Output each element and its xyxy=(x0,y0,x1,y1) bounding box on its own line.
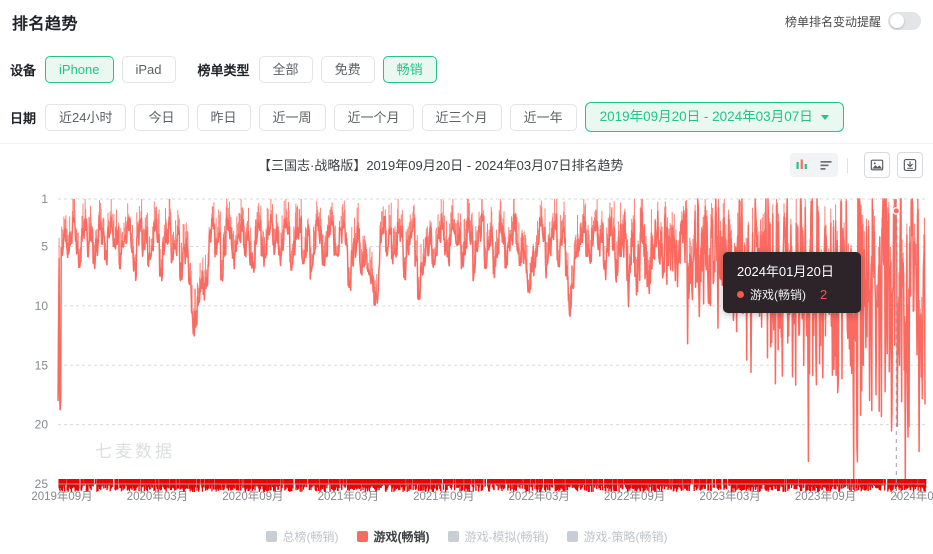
device-label: 设备 xyxy=(10,60,36,79)
filter-row-date: 日期 近24小时 今日 昨日 近一周 近一个月 近三个月 近一年 2019年09… xyxy=(10,102,852,132)
chart-tooltip: 2024年01月20日 游戏(畅销) 2 xyxy=(723,252,861,313)
image-export-icon[interactable] xyxy=(864,152,890,178)
filter-row-device: 设备 iPhone iPad 榜单类型 全部 免费 畅销 xyxy=(10,56,445,83)
legend-item-games[interactable]: 游戏(畅销) xyxy=(357,528,430,545)
bar-chart-icon[interactable] xyxy=(790,153,814,177)
date-label: 日期 xyxy=(10,108,36,127)
legend-label: 游戏-策略(畅销) xyxy=(584,528,668,545)
legend-swatch xyxy=(448,531,459,542)
svg-text:10: 10 xyxy=(35,299,49,313)
chevron-down-icon xyxy=(821,115,829,120)
tooltip-series-row: 游戏(畅销) 2 xyxy=(737,286,847,303)
page-title: 排名趋势 xyxy=(12,10,78,34)
rank-trend-chart[interactable]: 15101520252019年09月2020年03月2020年09月2021年0… xyxy=(0,185,933,505)
svg-text:2023年03月: 2023年03月 xyxy=(699,489,760,503)
legend-item-total[interactable]: 总榜(畅销) xyxy=(266,528,339,545)
date-option-today[interactable]: 今日 xyxy=(134,104,188,131)
chart-title: 【三国志·战略版】2019年09月20日 - 2024年03月07日排名趋势 xyxy=(258,155,624,174)
list-type-option-all[interactable]: 全部 xyxy=(259,56,313,83)
svg-text:20: 20 xyxy=(35,418,49,432)
tooltip-series-name: 游戏(畅销) xyxy=(750,286,806,303)
svg-text:15: 15 xyxy=(35,358,49,372)
toggle-knob xyxy=(890,14,904,28)
date-option-yesterday[interactable]: 昨日 xyxy=(197,104,251,131)
list-type-label: 榜单类型 xyxy=(198,60,250,79)
device-option-iphone[interactable]: iPhone xyxy=(45,56,113,83)
legend-swatch xyxy=(357,531,368,542)
rank-change-alert-toggle[interactable] xyxy=(888,12,921,30)
svg-text:2020年09月: 2020年09月 xyxy=(222,489,283,503)
list-view-icon[interactable] xyxy=(814,153,838,177)
view-mode-switch xyxy=(790,153,838,177)
date-range-picker[interactable]: 2019年09月20日 - 2024年03月07日 xyxy=(585,102,844,132)
date-option-24h[interactable]: 近24小时 xyxy=(45,104,126,131)
svg-text:2020年03月: 2020年03月 xyxy=(127,489,188,503)
legend-label: 游戏(畅销) xyxy=(374,528,430,545)
toolbar-divider xyxy=(847,158,848,173)
list-type-option-free[interactable]: 免费 xyxy=(321,56,375,83)
device-option-ipad[interactable]: iPad xyxy=(122,56,176,83)
date-option-week[interactable]: 近一周 xyxy=(259,104,326,131)
legend-swatch xyxy=(266,531,277,542)
date-range-value: 2019年09月20日 - 2024年03月07日 xyxy=(600,103,813,131)
ranking-trend-page: 排名趋势 榜单排名变动提醒 设备 iPhone iPad 榜单类型 全部 免费 … xyxy=(0,0,933,554)
chart-toolbar xyxy=(790,152,923,178)
date-option-year[interactable]: 近一年 xyxy=(510,104,577,131)
chart-canvas: 15101520252019年09月2020年03月2020年09月2021年0… xyxy=(0,185,933,505)
section-divider xyxy=(0,143,933,144)
legend-item-games-simulation[interactable]: 游戏-模拟(畅销) xyxy=(448,528,549,545)
tooltip-date: 2024年01月20日 xyxy=(737,261,847,280)
chart-legend: 总榜(畅销) 游戏(畅销) 游戏-模拟(畅销) 游戏-策略(畅销) xyxy=(0,528,933,545)
list-type-option-grossing[interactable]: 畅销 xyxy=(383,56,437,83)
rank-change-alert-label: 榜单排名变动提醒 xyxy=(785,13,881,30)
svg-text:1: 1 xyxy=(41,192,48,206)
legend-swatch xyxy=(567,531,578,542)
chart-header: 【三国志·战略版】2019年09月20日 - 2024年03月07日排名趋势 xyxy=(0,155,933,183)
rank-change-alert: 榜单排名变动提醒 xyxy=(785,12,921,30)
svg-text:2023年09月: 2023年09月 xyxy=(795,489,856,503)
download-icon[interactable] xyxy=(897,152,923,178)
tooltip-series-dot xyxy=(737,291,744,298)
svg-text:5: 5 xyxy=(41,240,48,254)
tooltip-series-value: 2 xyxy=(820,287,827,302)
date-option-month[interactable]: 近一个月 xyxy=(334,104,414,131)
legend-item-games-strategy[interactable]: 游戏-策略(畅销) xyxy=(567,528,668,545)
legend-label: 游戏-模拟(畅销) xyxy=(465,528,549,545)
legend-label: 总榜(畅销) xyxy=(283,528,339,545)
svg-text:25: 25 xyxy=(35,477,49,491)
date-option-3months[interactable]: 近三个月 xyxy=(422,104,502,131)
